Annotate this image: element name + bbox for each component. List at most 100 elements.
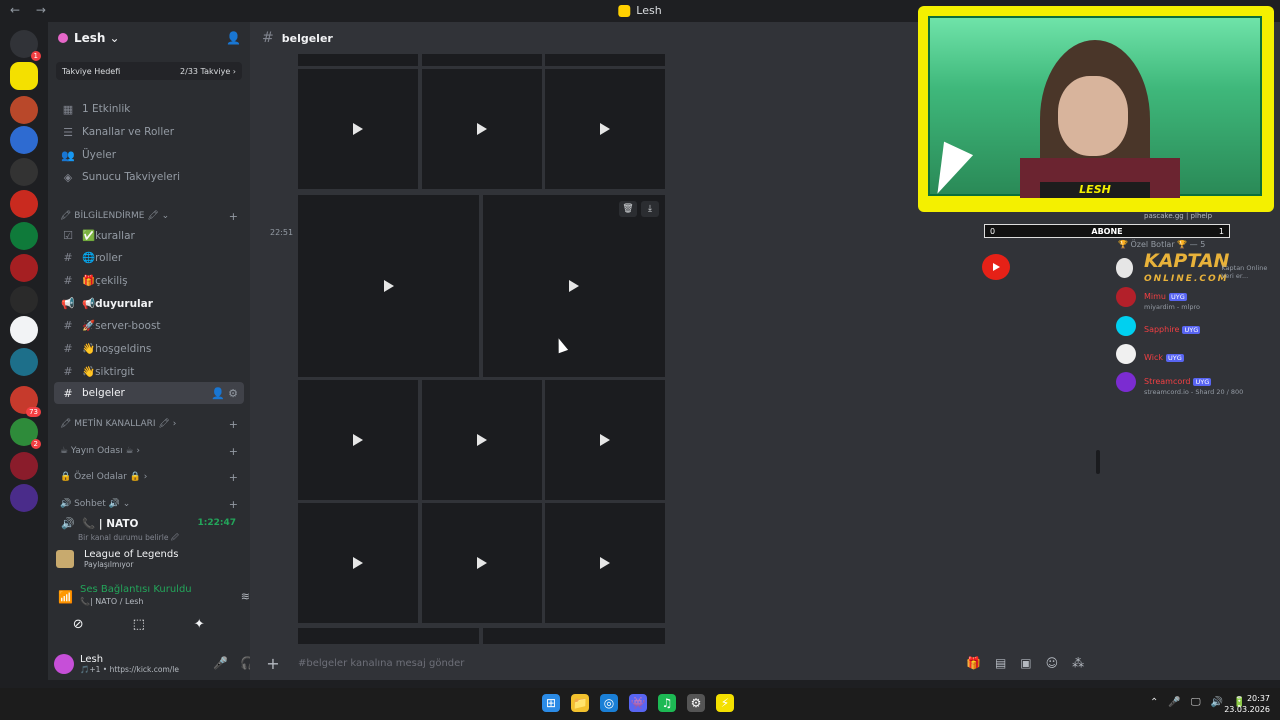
tray-display-icon[interactable]: 🖵 xyxy=(1191,697,1201,708)
attach-icon[interactable]: + xyxy=(262,654,284,673)
channel-hosgeldins[interactable]: # 👋hoşgeldins xyxy=(54,337,244,359)
back-icon[interactable]: ← xyxy=(10,3,26,17)
settings-app-icon[interactable]: ⚙ xyxy=(687,694,705,712)
channel-server-boost[interactable]: # 🚀server-boost xyxy=(54,314,244,336)
trash-icon[interactable]: 🗑 xyxy=(619,201,637,217)
camera-off-icon[interactable]: ⊘ xyxy=(53,614,103,636)
video-attachment[interactable] xyxy=(298,380,418,500)
channel-cekilis[interactable]: # 🎁çekiliş xyxy=(54,269,244,291)
emoji-icon[interactable]: ☺ xyxy=(1046,656,1059,670)
channel-kurallar[interactable]: ☑ ✅kurallar xyxy=(54,224,244,246)
channel-settings-icons[interactable]: 👤 ⚙ xyxy=(211,387,238,400)
video-attachment[interactable] xyxy=(298,195,479,377)
add-channel-icon[interactable]: + xyxy=(229,418,238,431)
video-attachment[interactable] xyxy=(298,503,418,623)
forward-icon[interactable]: → xyxy=(36,3,52,17)
gif-icon[interactable]: ▤ xyxy=(995,656,1006,670)
tray-expand-icon[interactable]: ⌃ xyxy=(1150,697,1158,708)
server-icon-server-8[interactable] xyxy=(10,286,38,314)
video-attachment[interactable] xyxy=(422,69,542,189)
member-item[interactable]: Wick UYG xyxy=(1116,344,1276,364)
play-icon[interactable] xyxy=(383,280,394,292)
add-channel-icon[interactable]: + xyxy=(229,210,238,223)
server-icon-server-14[interactable] xyxy=(10,484,38,512)
volume-icon[interactable]: 🔊 xyxy=(1210,697,1222,708)
member-item[interactable]: Sapphire UYG xyxy=(1116,316,1276,336)
play-icon[interactable] xyxy=(600,434,610,446)
video-attachment[interactable] xyxy=(545,54,665,66)
channel-belgeler[interactable]: # belgeler 👤 ⚙ xyxy=(54,382,244,404)
play-icon[interactable] xyxy=(569,280,579,292)
member-entry-top[interactable]: pascake.gg | plhelp xyxy=(1144,212,1212,220)
server-icon-server-6[interactable] xyxy=(10,222,38,250)
boost-goal-bar[interactable]: Takviye Hedefi 2/33 Takviye › xyxy=(56,62,242,80)
video-attachment[interactable] xyxy=(298,69,418,189)
guild-header[interactable]: Lesh ⌄ 👤 xyxy=(48,22,250,54)
nav-arrows[interactable]: ← → xyxy=(10,3,52,17)
add-user-icon[interactable]: 👤 xyxy=(226,31,241,45)
sidebar-item-events[interactable]: ▦ 1 Etkinlik xyxy=(54,98,244,120)
noise-suppression-icon[interactable]: ≋ xyxy=(241,590,250,603)
gift-icon[interactable]: 🎁 xyxy=(966,656,981,670)
download-icon[interactable]: ⤓ xyxy=(641,201,659,217)
apps-icon[interactable]: ⁂ xyxy=(1072,656,1084,670)
server-icon-server-9[interactable] xyxy=(10,316,38,344)
category-yayin-odasi[interactable]: ☕ Yayın Odası ☕ › + xyxy=(54,440,244,462)
server-icon-server-4[interactable] xyxy=(10,158,38,186)
play-icon[interactable] xyxy=(477,557,487,569)
screen-share-icon[interactable]: ⬚ xyxy=(114,614,164,636)
add-channel-icon[interactable]: + xyxy=(229,445,238,458)
video-attachment[interactable] xyxy=(422,503,542,623)
video-attachment[interactable] xyxy=(422,380,542,500)
avatar[interactable] xyxy=(1116,344,1136,364)
server-icon-server-2[interactable] xyxy=(10,96,38,124)
play-icon[interactable] xyxy=(600,123,610,135)
member-item[interactable]: Streamcord UYG streamcord.io - Shard 20 / … xyxy=(1116,372,1276,396)
scrollbar[interactable] xyxy=(1096,450,1100,474)
server-icon-discord-home[interactable]: 1 xyxy=(10,30,41,61)
avatar[interactable] xyxy=(1116,316,1136,336)
member-item[interactable]: Mimu UYG miyardim - mlpro xyxy=(1116,287,1276,311)
server-icon-server-7[interactable] xyxy=(10,254,38,282)
sticker-icon[interactable]: ▣ xyxy=(1020,656,1031,670)
play-icon[interactable] xyxy=(353,434,363,446)
video-attachment[interactable] xyxy=(483,628,665,644)
category-metin-kanallari[interactable]: 🖍 METİN KANALLARI 🖍 › + xyxy=(54,413,244,435)
member-item[interactable]: Kaptan Online Veri er... xyxy=(1116,258,1276,280)
channel-siktirgit[interactable]: # 👋siktirgit xyxy=(54,360,244,382)
channel-roller[interactable]: # 🌐roller xyxy=(54,246,244,268)
server-icon-server-10[interactable] xyxy=(10,348,38,376)
microphone-icon[interactable]: 🎤 xyxy=(213,656,228,670)
channel-duyurular[interactable]: 📢 📢duyurular xyxy=(54,292,244,314)
clock[interactable]: 20:37 23.03.2026 xyxy=(1224,693,1270,715)
windows-start-icon[interactable]: ⊞ xyxy=(542,694,560,712)
play-icon[interactable] xyxy=(477,123,487,135)
avatar[interactable] xyxy=(1116,372,1136,392)
video-attachment[interactable] xyxy=(545,69,665,189)
signal-icon[interactable]: 📶 xyxy=(58,590,73,604)
video-attachment[interactable]: 🗑 ⤓ xyxy=(483,195,665,377)
play-icon[interactable] xyxy=(600,557,610,569)
voice-connected-title[interactable]: Ses Bağlantısı Kuruldu xyxy=(80,584,192,595)
sidebar-item-server-boosts[interactable]: ◈ Sunucu Takviyeleri xyxy=(54,166,244,188)
server-icon-server-12[interactable]: 2 xyxy=(10,418,41,449)
sidebar-item-channels-roles[interactable]: ☰ Kanallar ve Roller xyxy=(54,121,244,143)
video-attachment[interactable] xyxy=(545,503,665,623)
file-explorer-icon[interactable]: 📁 xyxy=(571,694,589,712)
server-icon-server-lesh[interactable] xyxy=(10,62,38,90)
composer-placeholder[interactable]: #belgeler kanalına mesaj gönder xyxy=(298,658,464,669)
avatar[interactable] xyxy=(1116,287,1136,307)
server-icon-server-13[interactable] xyxy=(10,452,38,480)
voice-connected-sub[interactable]: 📞| NATO / Lesh xyxy=(80,597,143,606)
server-icon-server-5[interactable] xyxy=(10,190,38,218)
tray-mic-icon[interactable]: 🎤 xyxy=(1168,697,1180,708)
edge-icon[interactable]: ◎ xyxy=(600,694,618,712)
play-icon[interactable] xyxy=(477,434,487,446)
voice-channel-nato[interactable]: 🔊 📞 | NATO 1:22:47 xyxy=(54,512,244,534)
spotify-icon[interactable]: ♫ xyxy=(658,694,676,712)
discord-icon[interactable]: 👾 xyxy=(629,694,647,712)
server-icon-server-3[interactable] xyxy=(10,126,38,154)
sidebar-item-members[interactable]: 👥 Üyeler xyxy=(54,144,244,166)
add-channel-icon[interactable]: + xyxy=(229,471,238,484)
server-icon-server-11[interactable]: 73 xyxy=(10,386,41,417)
